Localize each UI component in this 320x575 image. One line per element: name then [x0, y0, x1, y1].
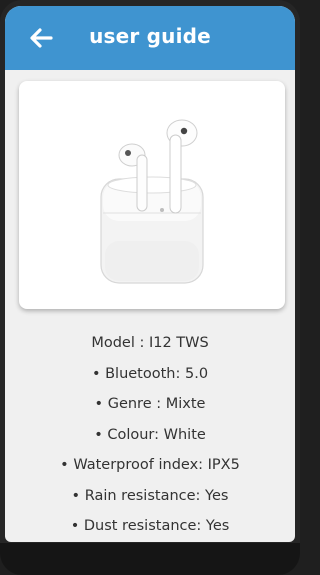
earbuds-product-image [100, 119, 204, 284]
spec-genre: • Genre : Mixte [94, 396, 206, 412]
page-title: user guide [89, 24, 211, 48]
spec-list: Model : I12 TWS • Bluetooth: 5.0 • Genre… [5, 328, 295, 542]
app-screen: user guide Model : I12 TWS • Bluetooth: … [5, 6, 295, 542]
spec-bluetooth: • Bluetooth: 5.0 [91, 365, 209, 382]
spec-dust-resistance: • Dust resistance: Yes [70, 518, 230, 534]
spec-colour: • Colour: White [94, 426, 206, 443]
phone-bottom-bar [0, 543, 300, 575]
phone-frame: user guide Model : I12 TWS • Bluetooth: … [0, 0, 300, 575]
app-bar: user guide [5, 6, 295, 70]
product-image-card [19, 81, 285, 309]
spec-model: Model : I12 TWS [91, 335, 209, 351]
spec-waterproof: • Waterproof index: IPX5 [60, 457, 240, 473]
spec-rain-resistance: • Rain resistance: Yes [71, 487, 229, 504]
